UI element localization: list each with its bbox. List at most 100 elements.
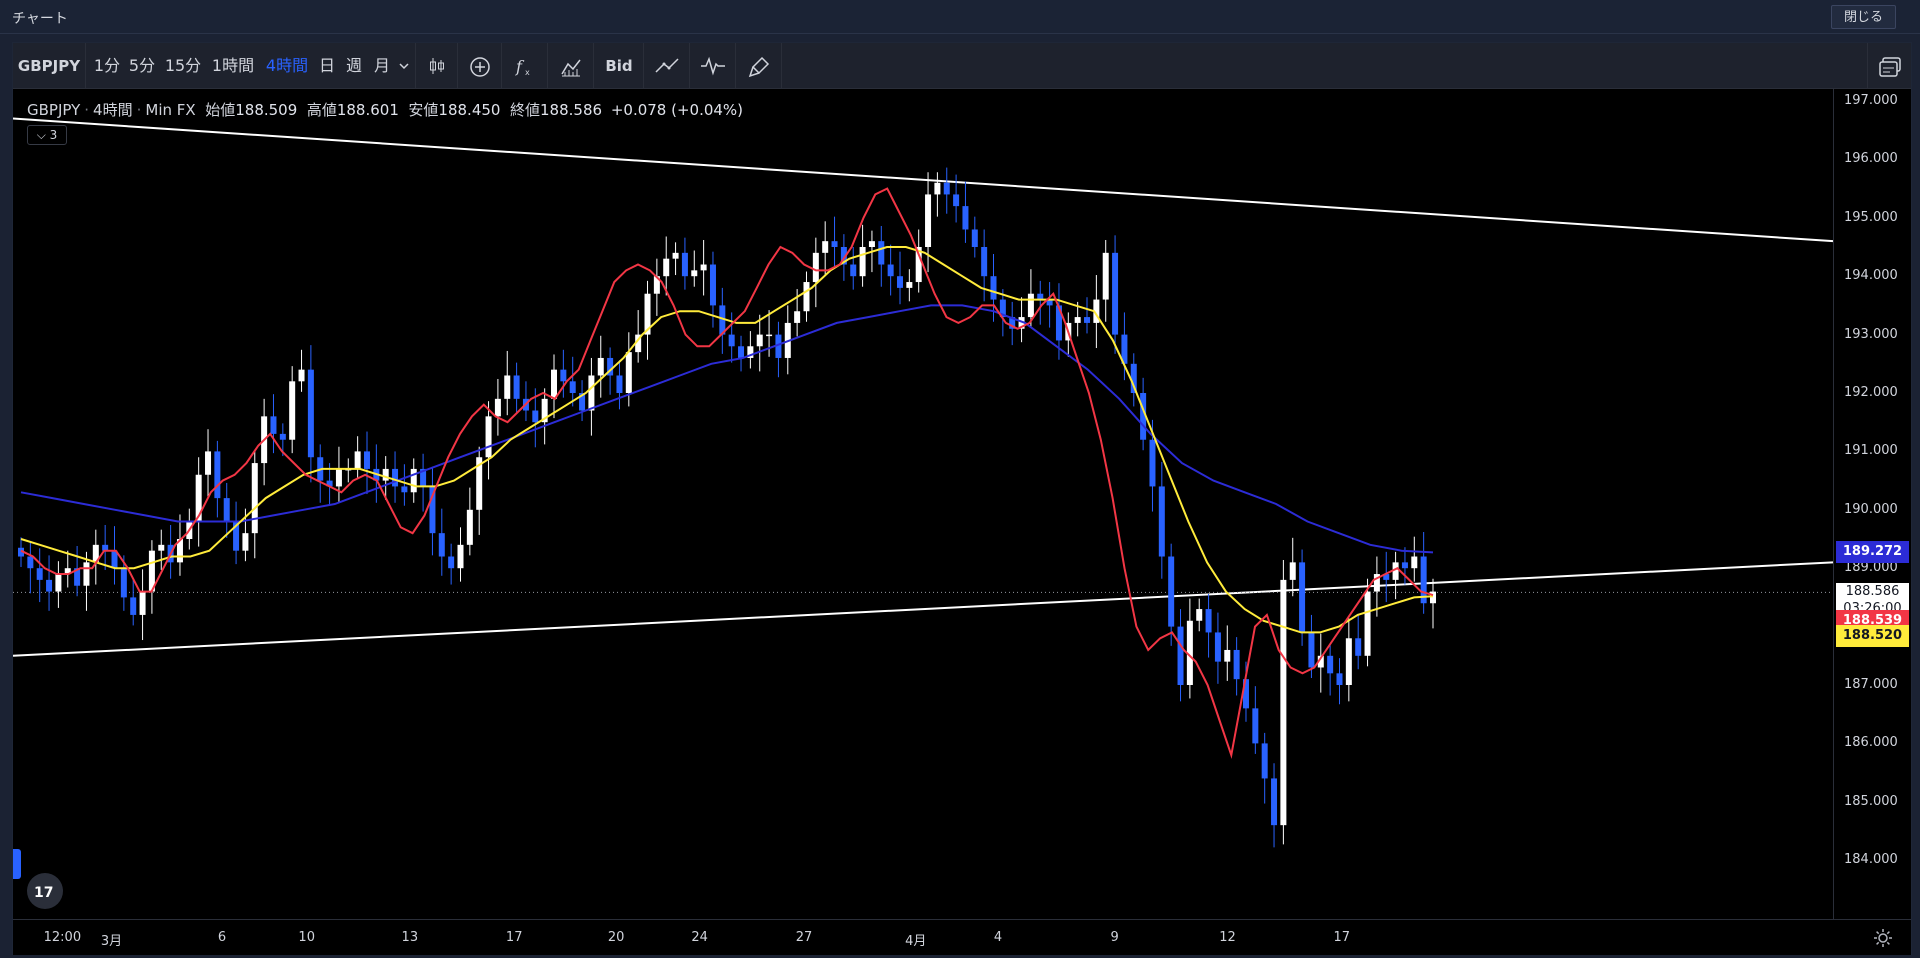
gear-icon[interactable] xyxy=(1873,928,1893,948)
candle-body xyxy=(1327,655,1334,674)
toolbar-divider xyxy=(457,43,458,89)
price-tick: 190.000 xyxy=(1844,501,1898,517)
candle-body xyxy=(363,451,370,469)
candle-body xyxy=(139,591,146,615)
candle-body xyxy=(560,369,567,382)
svg-text:x: x xyxy=(525,68,530,77)
candle-body xyxy=(205,451,212,475)
candle-body xyxy=(532,410,539,423)
candle-body xyxy=(354,451,361,469)
time-tick: 27 xyxy=(795,930,813,945)
candle-style-icon[interactable] xyxy=(417,43,457,89)
oscillator-icon[interactable] xyxy=(691,43,735,89)
candle-body xyxy=(663,258,670,277)
candle-body xyxy=(896,276,903,288)
add-compare-icon[interactable] xyxy=(459,43,501,89)
legend-open: 188.509 xyxy=(235,101,298,119)
collapse-indicators-button[interactable]: ⌵ 3 xyxy=(27,125,67,145)
candle-body xyxy=(130,597,137,615)
candle-body xyxy=(1364,591,1371,656)
symbol-button[interactable]: GBPJPY xyxy=(13,43,85,89)
time-tick: 4 xyxy=(993,930,1003,945)
candle-body xyxy=(1074,317,1081,323)
candle-body xyxy=(223,498,230,522)
ma-slow-price-label: 189.272 xyxy=(1836,541,1909,564)
candle-body xyxy=(27,556,34,569)
window-title: チャート xyxy=(12,11,68,27)
indicators-icon[interactable]: fx xyxy=(503,43,547,89)
toolbar-divider xyxy=(643,43,644,89)
candle-body xyxy=(1112,252,1119,335)
price-axis[interactable]: 197.000 196.000 195.000 194.000 193.000 192.0… xyxy=(1833,89,1911,919)
trendline-2 xyxy=(13,561,1833,657)
candle-body xyxy=(1158,486,1165,557)
price-tick: 184.000 xyxy=(1844,852,1898,868)
toolbar-divider xyxy=(781,43,782,89)
time-tick: 6 xyxy=(217,930,227,945)
candle-body xyxy=(1280,579,1287,826)
price-chart[interactable] xyxy=(13,89,1833,919)
candle-body xyxy=(251,463,258,534)
time-tick: 10 xyxy=(298,930,315,945)
legend-high-label: 高値 xyxy=(306,101,337,119)
candle-body xyxy=(448,556,455,569)
candle-body xyxy=(279,433,286,440)
candle-body xyxy=(859,247,866,277)
ma-mid-price-label: 188.520 xyxy=(1836,625,1909,648)
candle-body xyxy=(1261,743,1268,779)
toolbar-divider xyxy=(593,43,594,89)
candle-body xyxy=(1233,649,1240,680)
candle-body xyxy=(1355,638,1362,656)
candle-body xyxy=(242,533,249,551)
candle-body xyxy=(438,533,445,557)
time-tick: 13 xyxy=(401,930,419,945)
candle-body xyxy=(981,247,988,277)
interval-week[interactable]: 週 xyxy=(341,43,367,89)
sidebar-toggle-handle[interactable] xyxy=(13,849,21,879)
interval-4h[interactable]: 4時間 xyxy=(261,43,313,89)
interval-1m[interactable]: 1分 xyxy=(91,43,123,89)
candle-body xyxy=(1411,556,1418,569)
candle-body xyxy=(1084,317,1091,323)
time-axis[interactable]: 12:00 3月 6 10 13 17 20 24 27 4月 4 9 12 17 xyxy=(13,919,1911,955)
interval-month[interactable]: 月 xyxy=(369,43,395,89)
brush-icon[interactable] xyxy=(737,43,781,89)
candle-body xyxy=(1168,556,1175,627)
ma-mid-line xyxy=(20,246,1434,634)
candle-body xyxy=(794,311,801,323)
candle-body xyxy=(494,398,501,417)
interval-15m[interactable]: 15分 xyxy=(161,43,205,89)
candle-body xyxy=(962,206,969,230)
interval-1h[interactable]: 1時間 xyxy=(207,43,259,89)
toolbar-divider xyxy=(547,43,548,89)
close-button[interactable]: 閉じる xyxy=(1830,5,1896,29)
line-tool-icon[interactable] xyxy=(645,43,689,89)
candle-body xyxy=(1214,632,1221,662)
candle-body xyxy=(307,369,314,458)
candle-body xyxy=(1271,778,1278,826)
chart-type-icon[interactable] xyxy=(549,43,593,89)
time-tick: 24 xyxy=(691,930,708,945)
price-tick: 195.000 xyxy=(1844,209,1898,225)
chevron-down-icon[interactable] xyxy=(395,43,413,89)
interval-day[interactable]: 日 xyxy=(315,43,339,89)
candle-body xyxy=(298,369,305,382)
candle-body xyxy=(943,182,950,195)
interval-5m[interactable]: 5分 xyxy=(125,43,159,89)
legend-change: +0.078 (+0.04%) xyxy=(610,101,744,119)
layout-icon[interactable] xyxy=(1869,43,1911,89)
candle-body xyxy=(55,574,62,592)
candle-body xyxy=(569,381,576,393)
candle-body xyxy=(158,544,165,551)
candle-body xyxy=(1430,591,1436,604)
candle-body xyxy=(625,352,632,393)
legend-close: 188.586 xyxy=(540,101,603,119)
toolbar-divider xyxy=(415,43,416,89)
bid-button[interactable]: Bid xyxy=(595,43,643,89)
candle-body xyxy=(709,264,716,306)
candle-body xyxy=(1177,626,1184,685)
tradingview-logo[interactable]: 17 xyxy=(27,873,63,909)
candle-body xyxy=(466,509,473,545)
candle-body xyxy=(681,252,688,277)
time-tick: 12 xyxy=(1219,930,1236,945)
